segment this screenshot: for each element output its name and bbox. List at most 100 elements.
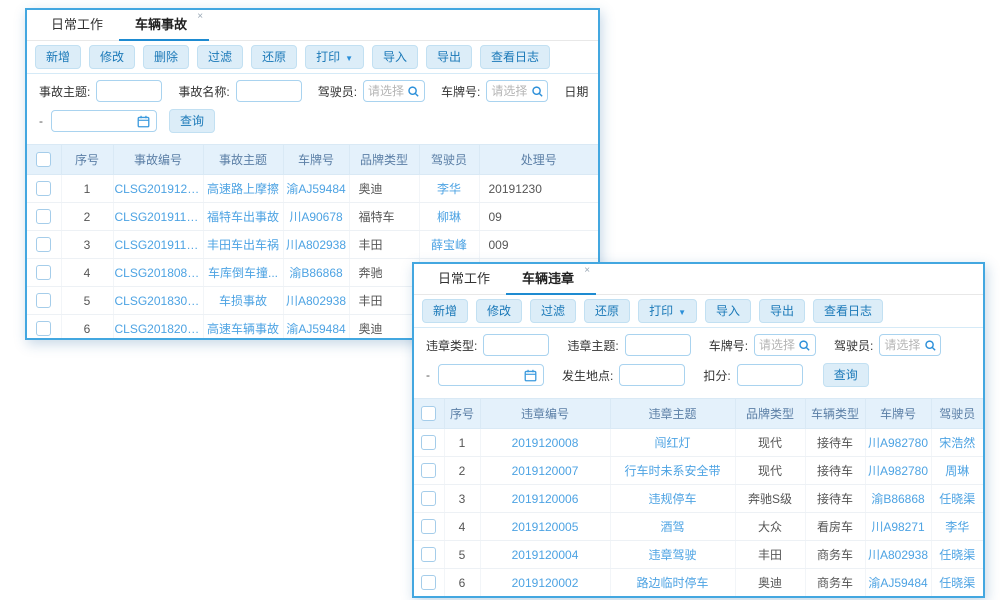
cell-link[interactable]: 渝B86868 — [283, 259, 349, 287]
import-button[interactable]: 导入 — [372, 45, 418, 69]
date-to-field[interactable] — [438, 364, 544, 386]
plate-select-input[interactable] — [486, 80, 548, 102]
cell-link[interactable]: 2019120005 — [480, 513, 610, 541]
calendar-icon[interactable] — [137, 115, 150, 128]
print-button[interactable]: 打印▼ — [305, 45, 364, 69]
import-button[interactable]: 导入 — [705, 299, 751, 323]
cell-link[interactable]: 行车时未系安全带 — [610, 457, 735, 485]
table-row[interactable]: 62019120002路边临时停车奥迪商务车渝AJ59484任晓渠 — [414, 569, 983, 597]
cell-link[interactable]: CLSG201830001 — [113, 287, 203, 315]
add-button[interactable]: 新增 — [35, 45, 81, 69]
select-all-checkbox[interactable] — [421, 406, 436, 421]
edit-button[interactable]: 修改 — [89, 45, 135, 69]
cell-link[interactable]: 高速车辆事故 — [203, 315, 283, 341]
row-checkbox[interactable] — [36, 209, 51, 224]
row-checkbox[interactable] — [421, 463, 436, 478]
driver-select-text[interactable] — [368, 84, 407, 98]
cell-link[interactable]: 宋浩然 — [931, 429, 983, 457]
tab-vehicle-accident[interactable]: 车辆事故 × — [119, 10, 209, 41]
row-checkbox[interactable] — [36, 237, 51, 252]
view-log-button[interactable]: 查看日志 — [813, 299, 883, 323]
cell-link[interactable]: 川A98271 — [865, 513, 931, 541]
tab-vehicle-violation[interactable]: 车辆违章 × — [506, 264, 596, 295]
cell-link[interactable]: 川A90678 — [283, 203, 349, 231]
cell-link[interactable]: 酒驾 — [610, 513, 735, 541]
cell-link[interactable]: 川A982780 — [865, 429, 931, 457]
cell-link[interactable]: 2019120002 — [480, 569, 610, 597]
table-row[interactable]: 12019120008闯红灯现代接待车川A982780宋浩然 — [414, 429, 983, 457]
cell-link[interactable]: 丰田车出车祸 — [203, 231, 283, 259]
cell-link[interactable]: 李华 — [419, 175, 479, 203]
cell-link[interactable]: 川A802938 — [283, 231, 349, 259]
row-checkbox[interactable] — [36, 321, 51, 336]
driver-select-text[interactable] — [884, 338, 923, 352]
view-log-button[interactable]: 查看日志 — [480, 45, 550, 69]
cell-link[interactable]: 2019120007 — [480, 457, 610, 485]
export-button[interactable]: 导出 — [426, 45, 472, 69]
cell-link[interactable]: 2019120004 — [480, 541, 610, 569]
add-button[interactable]: 新增 — [422, 299, 468, 323]
violation-subject-input[interactable] — [625, 334, 691, 356]
delete-button[interactable]: 删除 — [143, 45, 189, 69]
search-icon[interactable] — [407, 85, 420, 98]
cell-link[interactable]: 违规停车 — [610, 485, 735, 513]
cell-link[interactable]: 渝B86868 — [865, 485, 931, 513]
plate-select-text[interactable] — [491, 84, 530, 98]
cell-link[interactable]: 渝AJ59484 — [283, 315, 349, 341]
search-icon[interactable] — [531, 85, 544, 98]
row-checkbox[interactable] — [421, 519, 436, 534]
plate-select-input[interactable] — [754, 334, 816, 356]
cell-link[interactable]: 任晓渠 — [931, 485, 983, 513]
edit-button[interactable]: 修改 — [476, 299, 522, 323]
table-row[interactable]: 3CLSG2019110001丰田车出车祸川A802938丰田薛宝峰009 — [27, 231, 598, 259]
date-to-field[interactable] — [51, 110, 157, 132]
row-checkbox[interactable] — [36, 265, 51, 280]
cell-link[interactable]: 路边临时停车 — [610, 569, 735, 597]
cell-link[interactable]: 违章驾驶 — [610, 541, 735, 569]
cell-link[interactable]: 高速路上摩擦 — [203, 175, 283, 203]
driver-select-input[interactable] — [879, 334, 941, 356]
tab-daily-work[interactable]: 日常工作 — [422, 264, 506, 294]
cell-link[interactable]: 川A802938 — [865, 541, 931, 569]
filter-button[interactable]: 过滤 — [197, 45, 243, 69]
cell-link[interactable]: 闯红灯 — [610, 429, 735, 457]
export-button[interactable]: 导出 — [759, 299, 805, 323]
row-checkbox[interactable] — [421, 491, 436, 506]
cell-link[interactable]: 福特车出事故 — [203, 203, 283, 231]
table-row[interactable]: 52019120004违章驾驶丰田商务车川A802938任晓渠 — [414, 541, 983, 569]
row-checkbox[interactable] — [36, 293, 51, 308]
search-icon[interactable] — [924, 339, 937, 352]
cell-link[interactable]: 柳琳 — [419, 203, 479, 231]
location-input[interactable] — [619, 364, 685, 386]
query-button[interactable]: 查询 — [169, 109, 215, 133]
row-checkbox[interactable] — [36, 181, 51, 196]
cell-link[interactable]: CLSG2019110001 — [113, 231, 203, 259]
table-row[interactable]: 1CLSG2019120001高速路上摩擦渝AJ59484奥迪李华2019123… — [27, 175, 598, 203]
cell-link[interactable]: 薛宝峰 — [419, 231, 479, 259]
query-button[interactable]: 查询 — [823, 363, 869, 387]
filter-button[interactable]: 过滤 — [530, 299, 576, 323]
table-row[interactable]: 2CLSG2019110002福特车出事故川A90678福特车柳琳09 — [27, 203, 598, 231]
date-to-input[interactable] — [58, 114, 136, 128]
cell-link[interactable]: 2019120008 — [480, 429, 610, 457]
close-icon[interactable]: × — [197, 10, 203, 24]
driver-select-input[interactable] — [363, 80, 425, 102]
cell-link[interactable]: 周琳 — [931, 457, 983, 485]
cell-link[interactable]: 车库倒车撞... — [203, 259, 283, 287]
plate-select-text[interactable] — [759, 338, 798, 352]
table-row[interactable]: 42019120005酒驾大众看房车川A98271李华 — [414, 513, 983, 541]
cell-link[interactable]: 李华 — [931, 513, 983, 541]
accident-name-input[interactable] — [236, 80, 302, 102]
points-input[interactable] — [737, 364, 803, 386]
row-checkbox[interactable] — [421, 435, 436, 450]
calendar-icon[interactable] — [524, 369, 537, 382]
cell-link[interactable]: CLSG201820001 — [113, 315, 203, 341]
cell-link[interactable]: 川A982780 — [865, 457, 931, 485]
cell-link[interactable]: 渝AJ59484 — [283, 175, 349, 203]
cell-link[interactable]: 任晓渠 — [931, 569, 983, 597]
row-checkbox[interactable] — [421, 547, 436, 562]
restore-button[interactable]: 还原 — [584, 299, 630, 323]
cell-link[interactable]: CLSG2018080001 — [113, 259, 203, 287]
restore-button[interactable]: 还原 — [251, 45, 297, 69]
cell-link[interactable]: 2019120006 — [480, 485, 610, 513]
